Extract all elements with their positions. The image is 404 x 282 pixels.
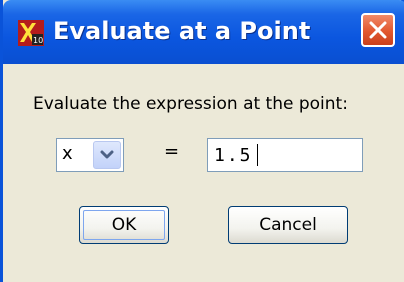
evaluate-dialog: 10 Evaluate at a Point Evaluate the expr… <box>0 0 404 282</box>
text-caret <box>257 144 258 166</box>
focus-ring <box>83 210 165 240</box>
dialog-body: Evaluate the expression at the point: x … <box>6 64 404 282</box>
variable-select-value: x <box>62 143 73 164</box>
prompt-label: Evaluate the expression at the point: <box>33 94 348 114</box>
cancel-button[interactable]: Cancel <box>228 206 348 244</box>
variable-select[interactable]: x <box>56 138 124 172</box>
close-button[interactable] <box>361 13 395 47</box>
dialog-title: Evaluate at a Point <box>53 17 311 45</box>
equals-sign: = <box>164 141 180 162</box>
close-icon <box>369 21 387 39</box>
app-logo-icon: 10 <box>18 20 44 46</box>
ok-button[interactable]: OK <box>79 206 169 244</box>
point-value-input[interactable] <box>207 138 363 172</box>
svg-text:10: 10 <box>33 36 43 45</box>
title-bar[interactable]: 10 Evaluate at a Point <box>3 0 404 64</box>
variable-select-dropdown-button[interactable] <box>93 141 121 169</box>
chevron-down-icon <box>100 150 114 159</box>
cancel-button-label: Cancel <box>259 215 317 235</box>
